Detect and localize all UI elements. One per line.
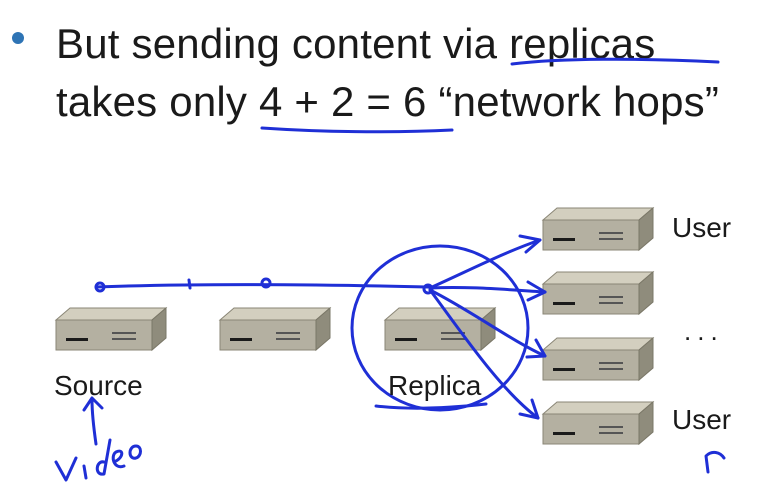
source-label: Source: [54, 370, 143, 401]
handwriting-mark: [704, 450, 726, 474]
network-diagram: [54, 57, 726, 482]
source-server-icon: [55, 307, 167, 351]
replica-server-icon: [384, 307, 496, 351]
arrow-up-to-source: [90, 398, 98, 446]
underline-replica-label: [374, 402, 488, 410]
handwriting-d: [95, 438, 112, 476]
user-label-top: User: [672, 212, 732, 243]
ellipsis-label: ...: [684, 316, 724, 346]
user-server-4-icon: [542, 401, 654, 445]
handwriting-e: [111, 449, 126, 469]
handwriting-i: [82, 464, 88, 480]
user-label-bottom: User: [672, 404, 732, 435]
intermediate-server-icon: [219, 307, 331, 351]
underline-replicas: [510, 57, 720, 66]
user-server-3-icon: [542, 337, 654, 381]
path-tick: [187, 278, 192, 290]
user-server-2-icon: [542, 271, 654, 315]
arrow-to-user-2: [428, 285, 547, 294]
replica-label: Replica: [388, 370, 482, 401]
handwriting-v: [54, 456, 78, 482]
underline-hop-count: [260, 126, 454, 134]
handwriting-o: [128, 444, 142, 460]
path-node-dot: [260, 277, 272, 289]
user-server-1-icon: [542, 207, 654, 251]
